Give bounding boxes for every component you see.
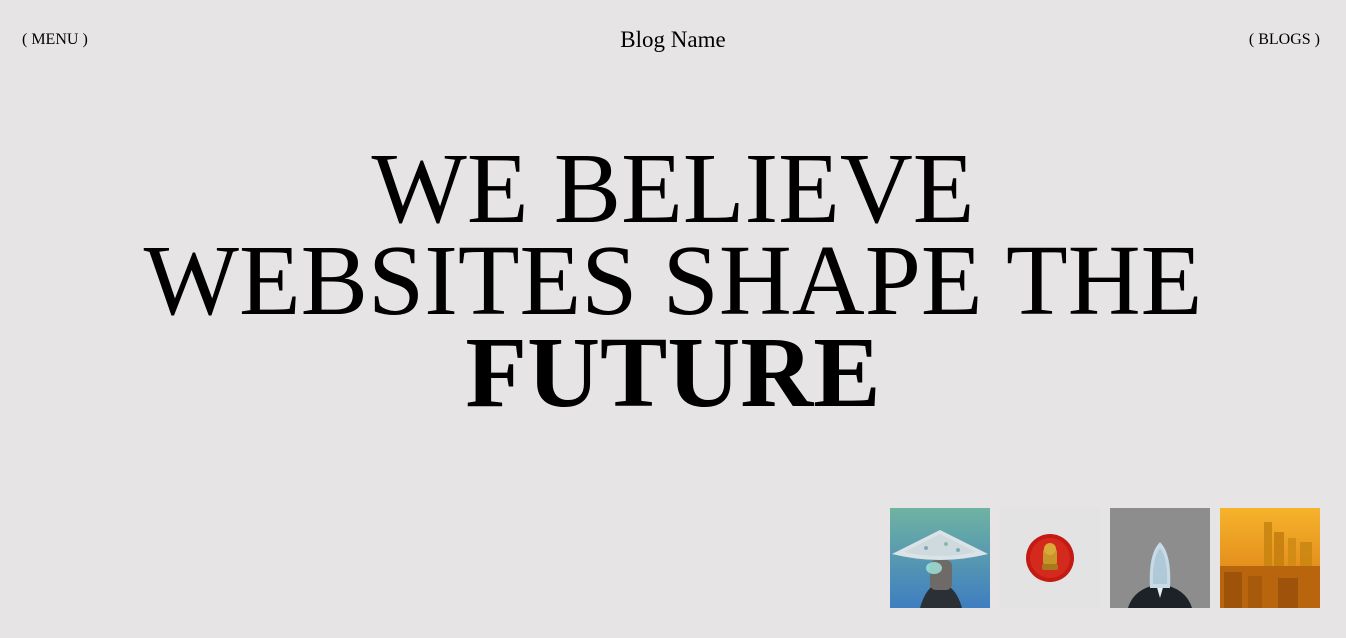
blog-name-logo[interactable]: Blog Name: [0, 26, 1346, 54]
hero-line-3: FUTURE: [465, 316, 881, 428]
veiled-suit-figure-image[interactable]: [1110, 508, 1210, 608]
blogs-button[interactable]: ( BLOGS ): [1249, 30, 1320, 50]
conical-hat-figure-image[interactable]: [890, 508, 990, 608]
hero-headline: WE BELIEVE WEBSITES SHAPE THE FUTURE: [0, 132, 1346, 428]
hero-line-2: WEBSITES SHAPE THE: [143, 224, 1203, 336]
thumbnail-strip: [890, 508, 1320, 608]
orange-city-skyline-image[interactable]: [1220, 508, 1320, 608]
hero-line-1: WE BELIEVE: [371, 132, 975, 244]
red-disc-gold-cat-image[interactable]: [1000, 508, 1100, 608]
